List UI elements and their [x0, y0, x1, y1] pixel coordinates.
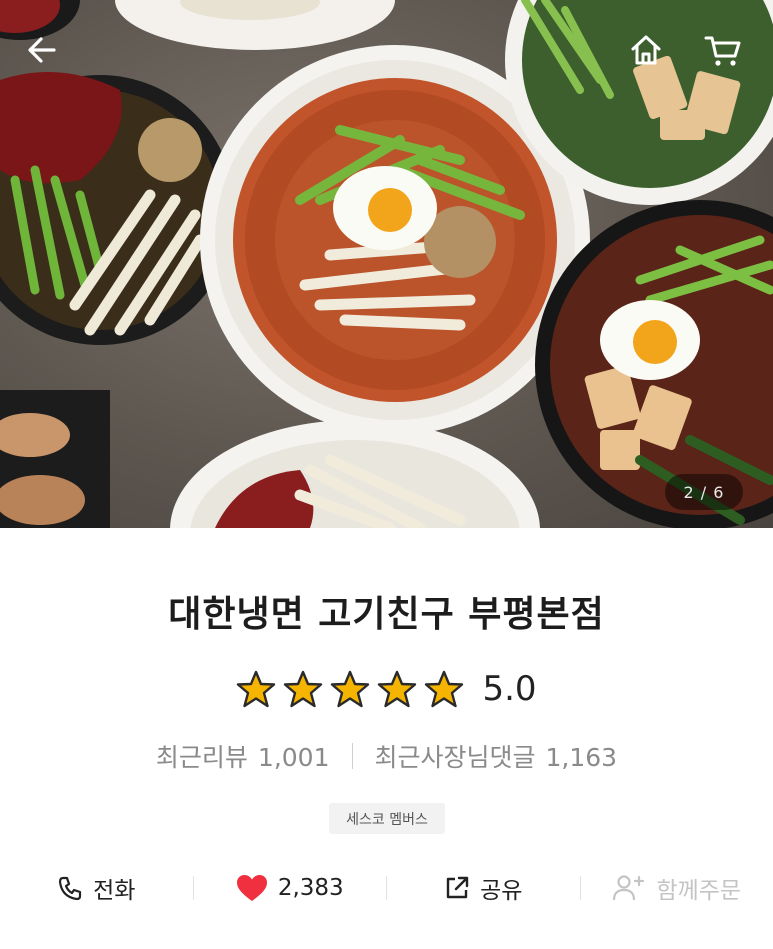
share-button[interactable]: 공유 — [387, 862, 580, 914]
home-icon — [631, 35, 661, 65]
call-button[interactable]: 전화 — [0, 862, 193, 914]
star-icon — [237, 670, 276, 708]
group-order-label: 함께주문 — [656, 878, 742, 904]
group-order-button[interactable]: 함께주문 — [581, 862, 773, 914]
recent-reviews-link[interactable]: 최근리뷰 1,001 — [156, 738, 330, 774]
arrow-left-icon — [28, 37, 56, 63]
back-button[interactable] — [24, 32, 68, 76]
star-icon — [331, 670, 370, 708]
like-count: 2,383 — [277, 875, 344, 901]
like-button[interactable]: 2,383 — [194, 862, 387, 914]
food-photo — [0, 0, 773, 528]
stats-divider — [351, 743, 353, 769]
store-photo-carousel[interactable]: 2 / 6 — [0, 0, 773, 528]
add-person-icon — [613, 875, 645, 901]
owner-replies-link[interactable]: 최근사장님댓글 1,163 — [375, 738, 618, 774]
owner-replies-label: 최근사장님댓글 — [374, 743, 536, 772]
recent-reviews-label: 최근리뷰 — [155, 743, 248, 772]
star-rating — [236, 669, 464, 709]
owner-replies-count: 1,163 — [545, 743, 618, 772]
cart-icon — [704, 36, 741, 66]
home-button[interactable] — [628, 32, 672, 76]
share-label: 공유 — [480, 878, 523, 904]
photo-page-indicator: 2 / 6 — [665, 474, 743, 510]
recent-reviews-count: 1,001 — [257, 743, 330, 772]
star-icon — [284, 670, 323, 708]
call-label: 전화 — [93, 878, 136, 904]
heart-icon — [236, 875, 267, 901]
action-bar: 전화 2,383 공유 함께주문 — [0, 862, 773, 914]
rating-row: 5.0 — [0, 664, 773, 714]
rating-value: 5.0 — [482, 669, 537, 709]
cesco-members-badge[interactable]: 세스코 멤버스 — [329, 803, 445, 834]
star-icon — [378, 670, 417, 708]
store-name: 대한냉면 고기친구 부평본점 — [168, 594, 605, 635]
star-icon — [425, 670, 464, 708]
cart-button[interactable] — [704, 32, 748, 76]
review-stats: 최근리뷰 1,001 최근사장님댓글 1,163 — [0, 736, 773, 776]
phone-icon — [58, 876, 82, 901]
share-icon — [446, 876, 469, 899]
